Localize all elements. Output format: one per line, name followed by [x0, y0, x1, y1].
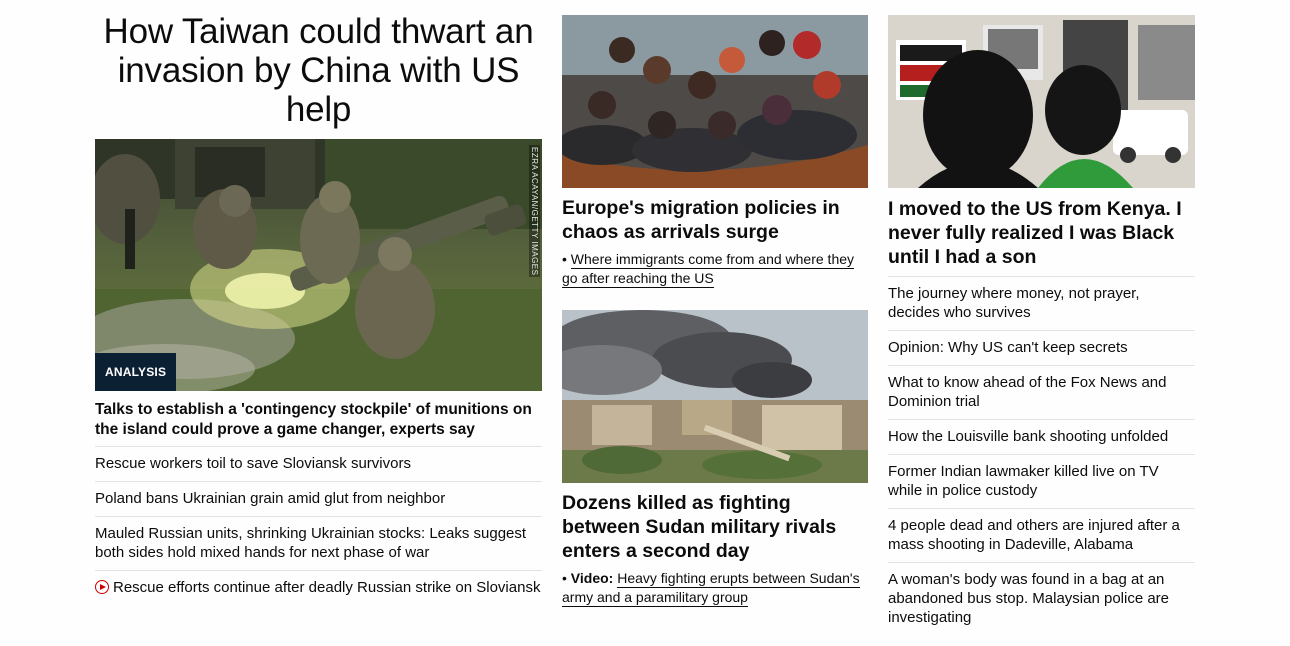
list-item[interactable]: Mauled Russian units, shrinking Ukrainia…	[95, 516, 542, 570]
main-headline[interactable]: How Taiwan could thwart an invasion by C…	[95, 12, 542, 129]
sudan-photo	[562, 310, 868, 483]
list-item[interactable]: Opinion: Why US can't keep secrets	[888, 330, 1195, 365]
list-item[interactable]: 4 people dead and others are injured aft…	[888, 508, 1195, 562]
migration-headline[interactable]: Europe's migration policies in chaos as …	[562, 196, 868, 244]
migration-related-link[interactable]: • Where immigrants come from and where t…	[562, 250, 868, 288]
migrants-photo	[562, 15, 868, 188]
middle-column: Europe's migration policies in chaos as …	[562, 15, 868, 607]
bullet: •	[562, 570, 567, 586]
main-subheadline[interactable]: Talks to establish a 'contingency stockp…	[95, 400, 542, 440]
list-item[interactable]: Former Indian lawmaker killed live on TV…	[888, 454, 1195, 508]
list-item[interactable]: Rescue workers toil to save Sloviansk su…	[95, 446, 542, 481]
list-item-video[interactable]: Rescue efforts continue after deadly Rus…	[95, 570, 542, 605]
migrants-boat-image[interactable]	[562, 15, 868, 188]
right-links: The journey where money, not prayer, dec…	[888, 276, 1195, 635]
sudan-video-link[interactable]: • Video: Heavy fighting erupts between S…	[562, 569, 868, 607]
analysis-badge: ANALYSIS	[95, 353, 177, 391]
list-item[interactable]: Poland bans Ukrainian grain amid glut fr…	[95, 481, 542, 516]
list-item[interactable]: The journey where money, not prayer, dec…	[888, 276, 1195, 330]
right-column: I moved to the US from Kenya. I never fu…	[888, 15, 1195, 635]
list-item[interactable]: How the Louisville bank shooting unfolde…	[888, 419, 1195, 454]
kenya-illustration	[888, 15, 1195, 188]
kenya-illustration-image[interactable]	[888, 15, 1195, 188]
sudan-headline[interactable]: Dozens killed as fighting between Sudan …	[562, 491, 868, 563]
bullet: •	[562, 251, 567, 267]
video-label: Video:	[570, 570, 614, 586]
related-link-text: Where immigrants come from and where the…	[562, 251, 855, 288]
play-video-icon	[95, 580, 109, 594]
main-story-links: Rescue workers toil to save Sloviansk su…	[95, 446, 542, 605]
homepage: How Taiwan could thwart an invasion by C…	[0, 0, 1290, 646]
list-item[interactable]: What to know ahead of the Fox News and D…	[888, 365, 1195, 419]
main-story: How Taiwan could thwart an invasion by C…	[95, 12, 542, 605]
list-item[interactable]: A woman's body was found in a bag at an …	[888, 562, 1195, 635]
video-link-label: Rescue efforts continue after deadly Rus…	[113, 579, 541, 596]
sudan-smoke-image[interactable]	[562, 310, 868, 483]
kenya-headline[interactable]: I moved to the US from Kenya. I never fu…	[888, 197, 1195, 269]
main-story-image[interactable]: EZRA ACAYAN/GETTY IMAGES ANALYSIS	[95, 139, 542, 391]
image-credit: EZRA ACAYAN/GETTY IMAGES	[529, 145, 540, 278]
